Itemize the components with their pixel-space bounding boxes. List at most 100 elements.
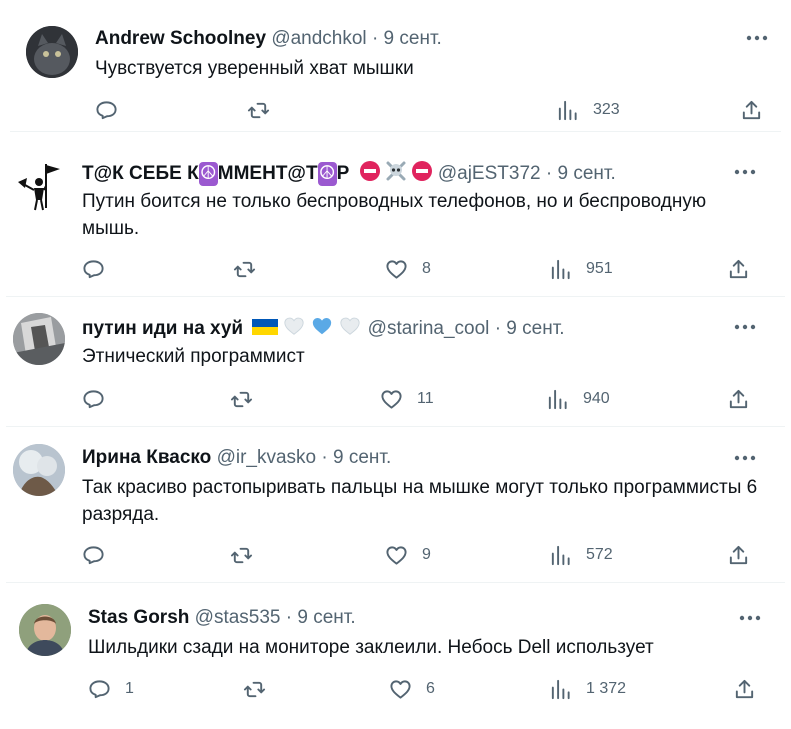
reply-button[interactable]: 1	[88, 677, 134, 701]
more-button[interactable]	[735, 608, 765, 628]
avatar-image	[18, 164, 60, 211]
tweet-item[interactable]: Andrew Schoolney @andchkol · 9 сент. Чув…	[0, 0, 791, 132]
retweet-button[interactable]	[230, 387, 267, 411]
retweet-button[interactable]	[230, 543, 267, 567]
views-button[interactable]: 572	[549, 543, 613, 567]
avatar[interactable]	[26, 26, 78, 78]
share-button[interactable]	[727, 543, 750, 567]
tweet-text: Шильдики сзади на мониторе заклеили. Неб…	[88, 637, 654, 658]
views-button[interactable]: 940	[546, 387, 610, 411]
share-icon	[729, 259, 748, 278]
tweet-date[interactable]: 9 сент.	[557, 163, 615, 184]
meta-separator: ·	[545, 163, 553, 184]
white-heart-icon	[340, 317, 361, 335]
views-count: 323	[593, 101, 620, 118]
like-button[interactable]: 9	[385, 543, 431, 567]
author-handle[interactable]: @andchkol	[271, 28, 366, 49]
share-icon	[742, 100, 761, 119]
avatar[interactable]	[13, 313, 65, 365]
reply-button[interactable]	[82, 387, 119, 411]
avatar[interactable]	[13, 444, 65, 496]
retweet-icon	[247, 102, 270, 118]
share-icon	[729, 389, 748, 408]
share-icon	[729, 545, 748, 564]
tweet-date[interactable]: 9 сент.	[333, 447, 391, 468]
tweet-header: путин иди на хуй @starina_cool · 9 сент.	[82, 315, 565, 341]
share-button[interactable]	[733, 677, 756, 701]
more-button[interactable]	[730, 448, 760, 468]
views-icon	[551, 679, 570, 699]
tweet-text: Так красиво растопыривать пальцы на мышк…	[82, 477, 758, 525]
author-name[interactable]: Andrew Schoolney	[95, 28, 266, 49]
tweet-header: Stas Gorsh @stas535 · 9 сент.	[88, 606, 356, 630]
retweet-button[interactable]	[247, 98, 284, 122]
retweet-button[interactable]	[233, 257, 270, 281]
author-handle[interactable]: @ajEST372	[438, 163, 541, 184]
avatar[interactable]	[19, 604, 71, 656]
tweet-header: Andrew Schoolney @andchkol · 9 сент.	[95, 27, 442, 51]
tweet-date[interactable]: 9 сент.	[384, 28, 442, 49]
more-icon	[734, 455, 756, 461]
views-count: 572	[586, 546, 613, 563]
like-icon	[386, 545, 407, 565]
author-name[interactable]: Т@К СЕБЕ К☮ММЕНТ@Т☮Р	[82, 162, 349, 186]
author-handle[interactable]: @ir_kvasko	[217, 447, 317, 468]
views-button[interactable]: 323	[556, 98, 620, 122]
share-button[interactable]	[727, 257, 750, 281]
tweet-item[interactable]: Stas Gorsh @stas535 · 9 сент. Шильдики с…	[0, 583, 791, 729]
avatar[interactable]	[13, 160, 65, 212]
avatar-image	[26, 26, 78, 78]
like-count: 6	[426, 680, 435, 697]
blue-heart-icon	[313, 318, 332, 335]
tweet-item[interactable]: Ирина Кваско @ir_kvasko · 9 сент. Так кр…	[0, 427, 791, 583]
author-name[interactable]: Stas Gorsh	[88, 607, 189, 628]
views-button[interactable]: 951	[549, 257, 613, 281]
reply-icon	[83, 389, 104, 408]
more-icon	[739, 615, 761, 621]
tweet-date[interactable]: 9 сент.	[297, 607, 355, 628]
no-entry-emoji-icon	[359, 161, 380, 181]
like-button[interactable]: 11	[380, 387, 434, 411]
reply-button[interactable]	[82, 257, 119, 281]
share-button[interactable]	[727, 387, 750, 411]
tweet-date[interactable]: 9 сент.	[506, 318, 564, 339]
reply-button[interactable]	[82, 543, 119, 567]
more-button[interactable]	[730, 162, 760, 182]
more-icon	[734, 169, 756, 175]
tweet-header: Ирина Кваско @ir_kvasko · 9 сент.	[82, 446, 391, 470]
more-button[interactable]	[730, 317, 760, 337]
tweet-item[interactable]: путин иди на хуй @starina_cool · 9 сент.…	[0, 297, 791, 427]
retweet-button[interactable]	[243, 677, 280, 701]
avatar-image	[19, 604, 71, 656]
tweet-text: Чувствуется уверенный хват мышки	[95, 58, 414, 79]
like-count: 8	[422, 260, 431, 277]
author-handle[interactable]: @starina_cool	[368, 318, 490, 339]
author-handle[interactable]: @stas535	[195, 607, 281, 628]
more-button[interactable]	[742, 28, 772, 48]
like-button[interactable]: 6	[389, 677, 435, 701]
tweet-item[interactable]: Т@К СЕБЕ К☮ММЕНТ@Т☮Р @ajEST372 · 9 сент.…	[0, 132, 791, 297]
meta-separator: ·	[321, 447, 328, 468]
reply-icon	[83, 259, 104, 278]
views-button[interactable]: 1 372	[549, 677, 626, 701]
views-count: 951	[586, 260, 613, 277]
tweet-text: Путин боится не только беспроводных теле…	[82, 191, 707, 239]
views-count: 1 372	[586, 680, 627, 697]
reply-icon	[83, 545, 104, 564]
like-button[interactable]: 8	[385, 257, 431, 281]
reply-button[interactable]	[95, 98, 132, 122]
like-icon	[386, 259, 407, 279]
ukraine-flag-icon	[252, 319, 279, 335]
reply-icon	[96, 100, 117, 119]
reply-count: 1	[125, 680, 134, 697]
peace-symbol-icon: ☮	[198, 162, 218, 186]
author-name[interactable]: Ирина Кваско	[82, 447, 211, 468]
retweet-icon	[233, 261, 256, 277]
retweet-icon	[230, 391, 253, 407]
author-name[interactable]: путин иди на хуй	[82, 318, 243, 339]
more-icon	[734, 324, 756, 330]
share-icon	[735, 679, 754, 698]
share-button[interactable]	[740, 98, 763, 122]
retweet-icon	[243, 681, 266, 697]
views-icon	[548, 389, 567, 409]
